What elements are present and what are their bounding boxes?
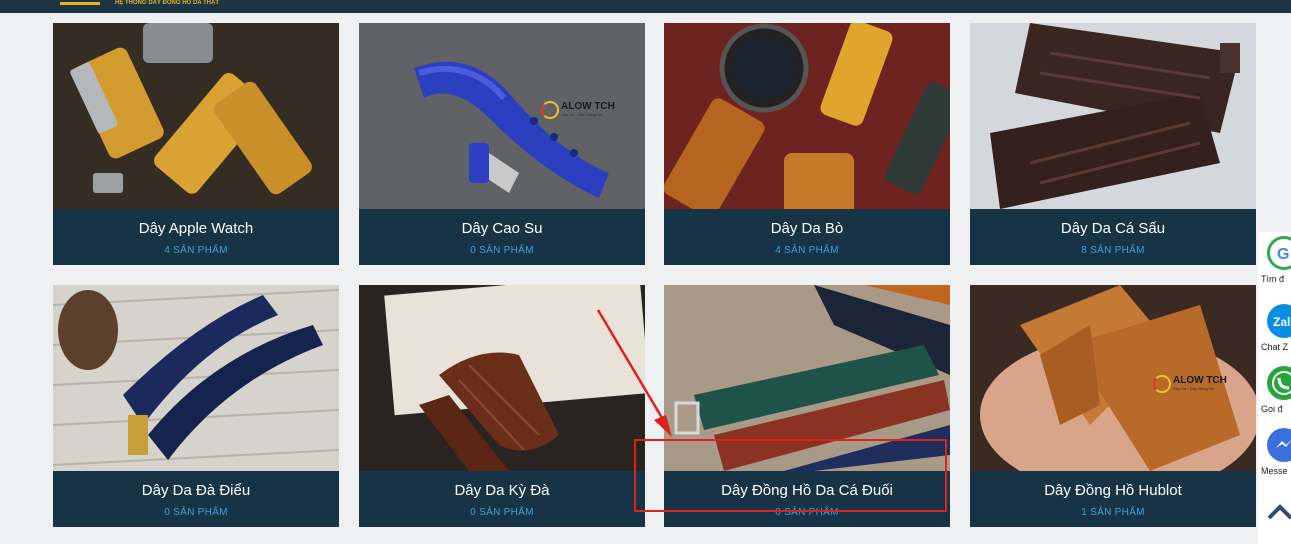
contact-label: Chat Z [1261,342,1289,352]
svg-text:Zal: Zal [1273,315,1290,329]
contact-label: Gọi đ [1261,404,1283,414]
scroll-to-top-icon[interactable] [1266,496,1291,526]
contact-google-maps[interactable]: G Tìm đ [1258,232,1291,292]
svg-text:G: G [1277,246,1289,263]
contact-messenger[interactable]: Messe [1258,424,1291,484]
contact-zalo[interactable]: Zal Chat Z [1258,300,1291,360]
messenger-icon[interactable] [1267,428,1291,462]
google-maps-icon[interactable]: G [1267,236,1291,270]
phone-icon[interactable] [1267,366,1291,400]
contact-phone[interactable]: Gọi đ [1258,362,1291,422]
annotation-highlight-box [634,439,947,512]
contact-label: Tìm đ [1261,274,1285,284]
contact-label: Messe [1261,466,1288,476]
zalo-icon[interactable]: Zal [1267,304,1291,338]
